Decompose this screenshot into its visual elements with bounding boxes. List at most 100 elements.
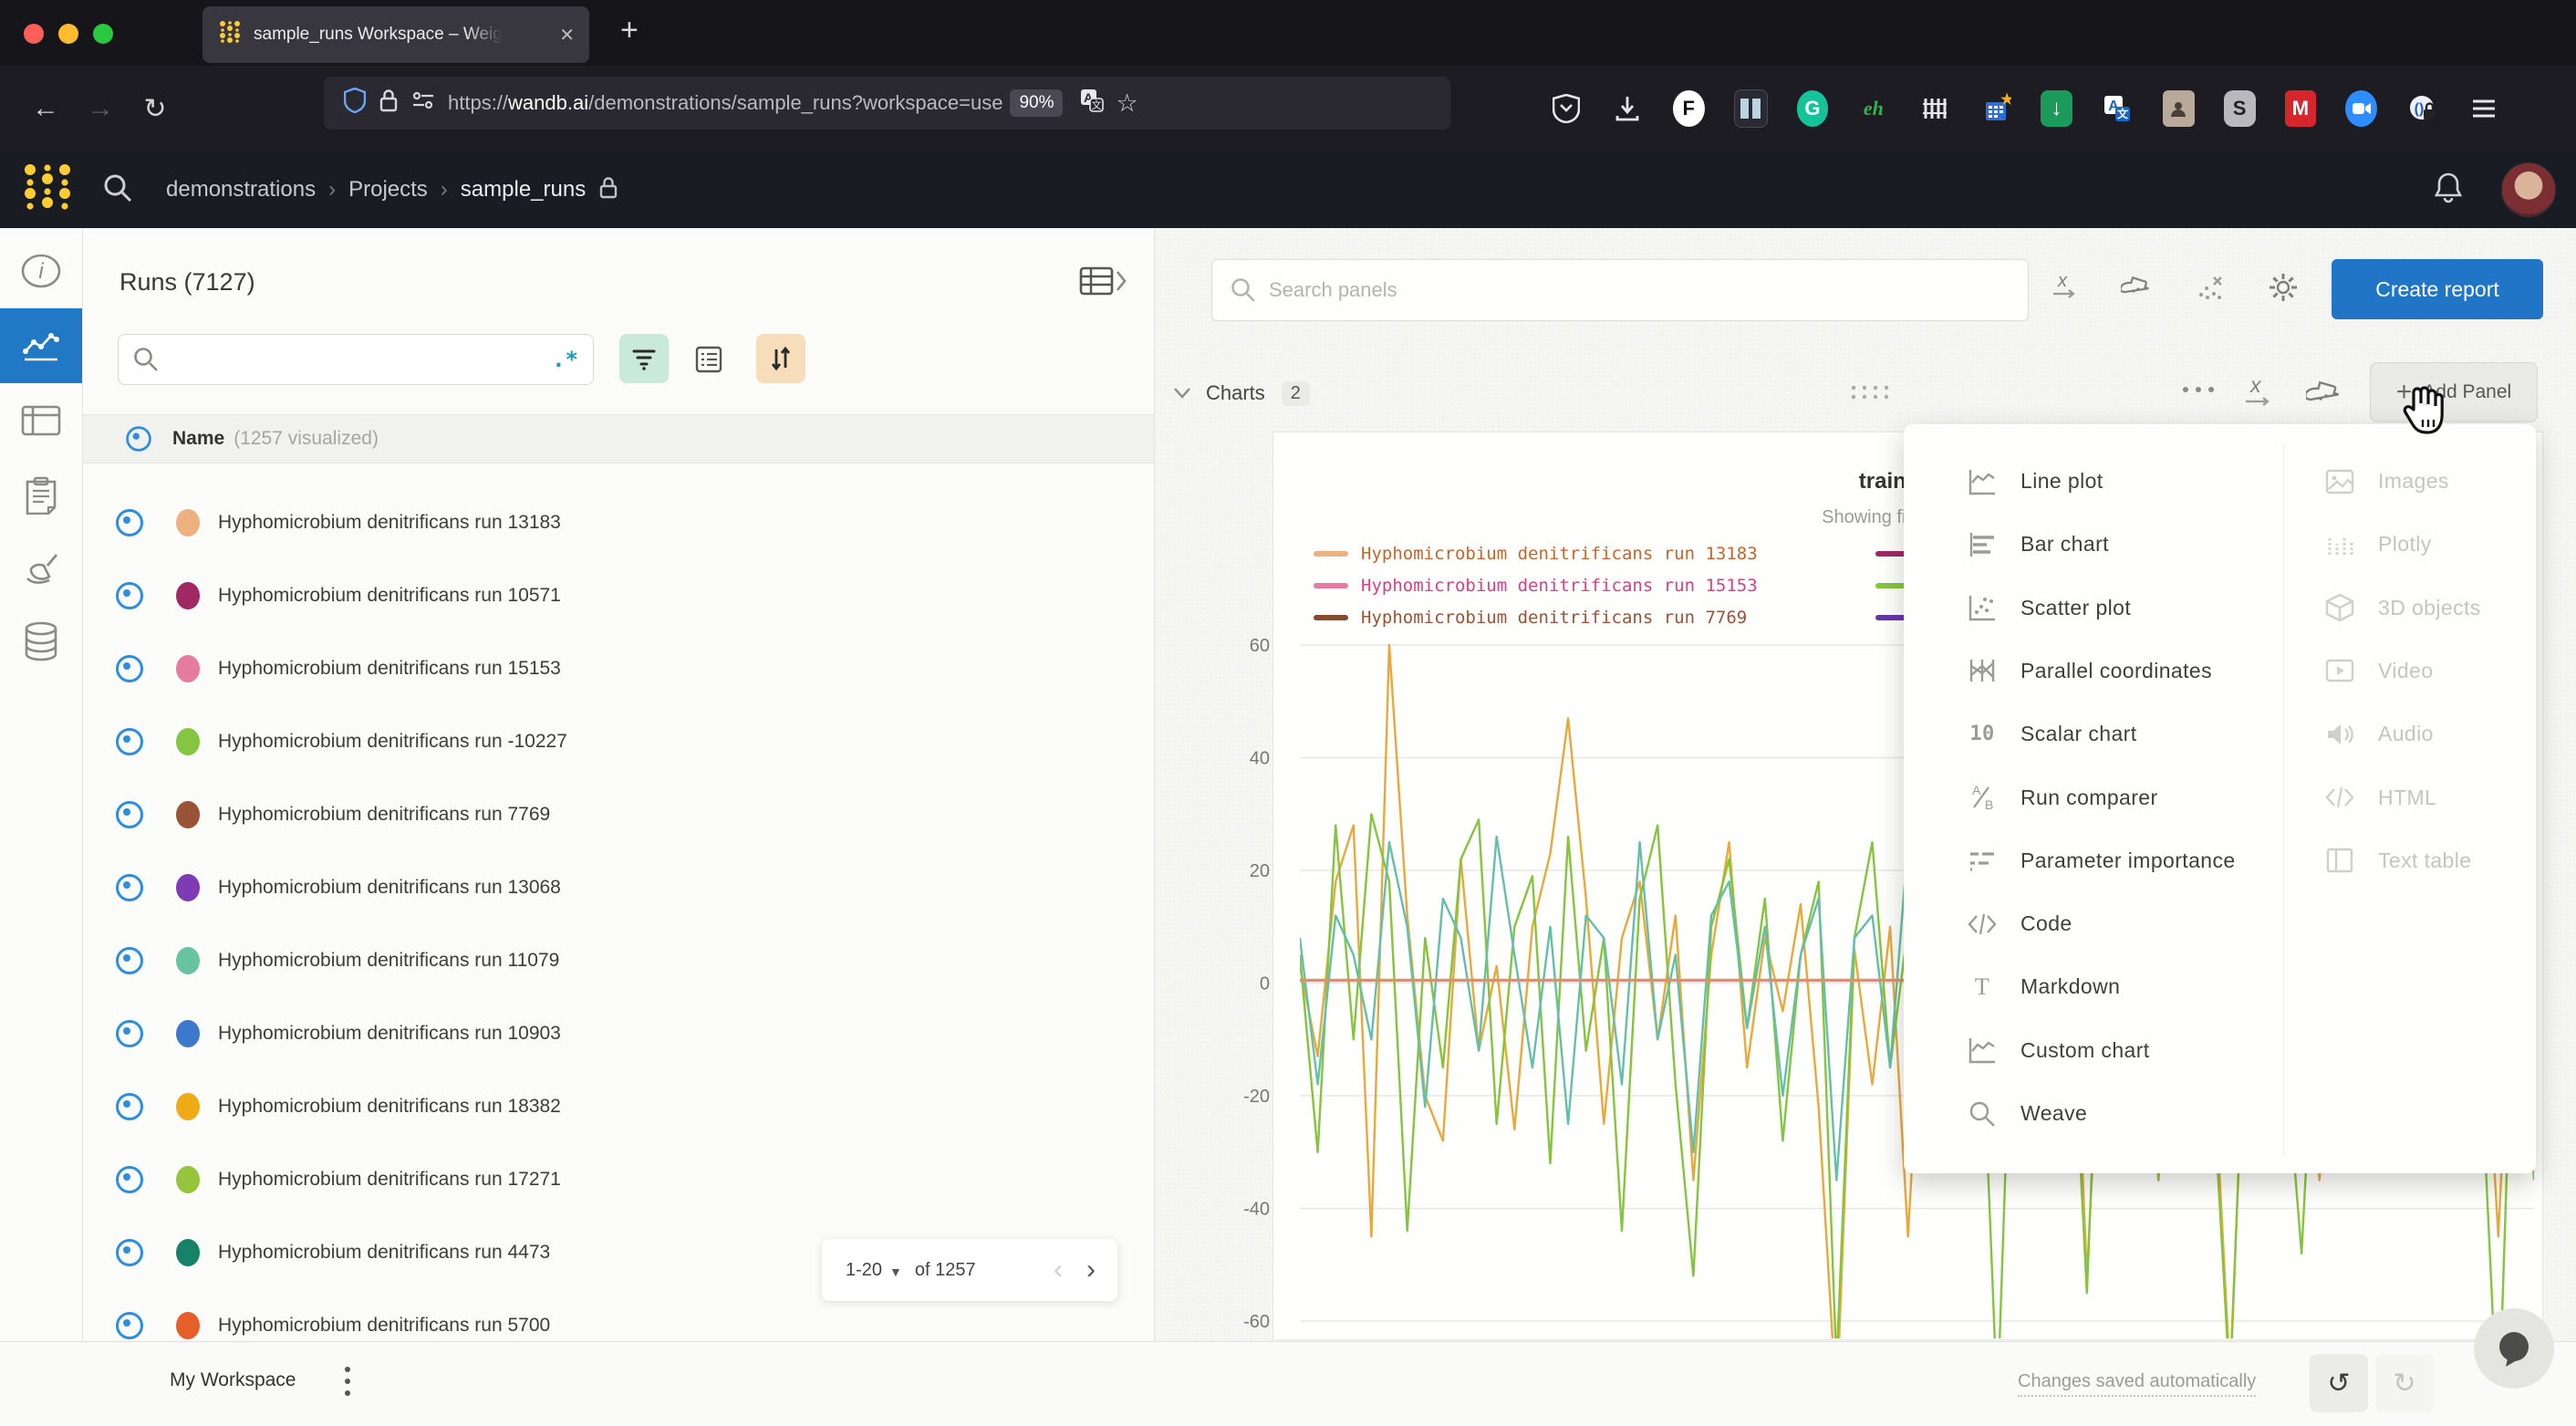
- section-smoothing-iron-icon[interactable]: [2306, 378, 2342, 415]
- grammarly-icon[interactable]: G: [1797, 90, 1829, 127]
- smoothing-iron-icon[interactable]: [2121, 274, 2152, 307]
- back-icon[interactable]: ←: [18, 93, 73, 124]
- outliers-icon[interactable]: [2196, 273, 2225, 308]
- notifications-bell-icon[interactable]: [2432, 171, 2465, 210]
- minimize-window-button[interactable]: [58, 24, 78, 44]
- sidebar-item-overview[interactable]: i: [0, 234, 82, 308]
- prev-page-icon[interactable]: ‹: [1054, 1254, 1063, 1285]
- run-name[interactable]: Hyphomicrobium denitrificans run 11079: [218, 950, 559, 972]
- section-more-icon[interactable]: [2178, 381, 2218, 402]
- panel-search-input[interactable]: Search panels: [1211, 259, 2029, 321]
- lock-icon[interactable]: [379, 88, 399, 118]
- menu-item-scalar-chart[interactable]: 10Scalar chart: [1964, 703, 2137, 765]
- breadcrumb-entity[interactable]: demonstrations: [166, 177, 316, 203]
- menu-item-parallel-coordinates[interactable]: Parallel coordinates: [1964, 640, 2212, 703]
- permissions-icon[interactable]: [411, 91, 435, 115]
- redo-button[interactable]: ↻: [2375, 1354, 2434, 1412]
- visibility-eye-icon[interactable]: [116, 509, 143, 536]
- run-row[interactable]: Hyphomicrobium denitrificans run 15153: [116, 651, 561, 687]
- user-avatar[interactable]: [2501, 162, 2556, 217]
- visibility-eye-icon[interactable]: [116, 1020, 143, 1047]
- menu-item-markdown[interactable]: TMarkdown: [1964, 955, 2120, 1018]
- menu-item-custom-chart[interactable]: Custom chart: [1964, 1019, 2150, 1082]
- page-range[interactable]: 1-20: [846, 1260, 882, 1281]
- visibility-eye-icon[interactable]: [116, 582, 143, 609]
- run-row[interactable]: Hyphomicrobium denitrificans run 18382: [116, 1088, 561, 1125]
- menu-item-line-plot[interactable]: Line plot: [1964, 450, 2103, 513]
- run-row[interactable]: Hyphomicrobium denitrificans run 13183: [116, 505, 561, 541]
- filter-button[interactable]: [619, 334, 669, 383]
- add-panel-button[interactable]: + Add Panel: [2370, 362, 2538, 422]
- eh-extension-icon[interactable]: eh: [1857, 90, 1889, 127]
- run-name[interactable]: Hyphomicrobium denitrificans run 10571: [218, 585, 561, 607]
- run-name[interactable]: Hyphomicrobium denitrificans run 5700: [218, 1315, 550, 1337]
- zoom-window-button[interactable]: [93, 24, 113, 44]
- runs-name-header[interactable]: Name (1257 visualized): [83, 414, 1154, 463]
- run-row[interactable]: Hyphomicrobium denitrificans run 10903: [116, 1015, 561, 1052]
- sidebar-item-reports[interactable]: [0, 458, 82, 533]
- page-range-caret-icon[interactable]: ▼: [889, 1265, 902, 1279]
- run-name[interactable]: Hyphomicrobium denitrificans run 4473: [218, 1242, 550, 1264]
- run-name[interactable]: Hyphomicrobium denitrificans run 13068: [218, 877, 561, 899]
- breadcrumb-project[interactable]: sample_runs: [461, 177, 586, 203]
- reload-icon[interactable]: ↻: [128, 93, 182, 125]
- onetab-icon[interactable]: [1734, 89, 1768, 128]
- help-chat-button[interactable]: [2474, 1308, 2554, 1389]
- visibility-eye-icon[interactable]: [116, 1166, 143, 1193]
- run-name[interactable]: Hyphomicrobium denitrificans run 7769: [218, 804, 550, 826]
- runs-search-input[interactable]: .*: [118, 334, 594, 385]
- section-x-axis-icon[interactable]: x: [2242, 376, 2273, 415]
- expand-table-icon[interactable]: [1079, 266, 1127, 304]
- tab-close-icon[interactable]: ✕: [559, 24, 575, 47]
- workspace-selector[interactable]: My Workspace: [170, 1369, 296, 1391]
- zoom-level-badge[interactable]: 90%: [1010, 89, 1063, 117]
- settings-gear-icon[interactable]: [2268, 272, 2299, 309]
- run-row[interactable]: Hyphomicrobium denitrificans run 7769: [116, 796, 550, 833]
- menu-item-run-comparer[interactable]: ABRun comparer: [1964, 766, 2158, 829]
- run-name[interactable]: Hyphomicrobium denitrificans run 17271: [218, 1169, 561, 1191]
- bookmark-star-icon[interactable]: ☆: [1116, 89, 1137, 118]
- run-row[interactable]: Hyphomicrobium denitrificans run 17271: [116, 1161, 561, 1198]
- hamburger-menu-icon[interactable]: [2467, 90, 2499, 127]
- visibility-eye-icon[interactable]: [126, 426, 151, 452]
- run-name[interactable]: Hyphomicrobium denitrificans run 15153: [218, 658, 561, 680]
- nav-search-icon[interactable]: [102, 172, 133, 208]
- visibility-eye-icon[interactable]: [116, 728, 143, 755]
- sidebar-item-workspace[interactable]: [0, 308, 82, 383]
- calendar-star-icon[interactable]: ★: [1979, 90, 2011, 127]
- visibility-eye-icon[interactable]: [116, 655, 143, 682]
- run-row[interactable]: Hyphomicrobium denitrificans run 10571: [116, 578, 561, 614]
- workspace-kebab-icon[interactable]: [343, 1364, 352, 1405]
- run-name[interactable]: Hyphomicrobium denitrificans run 10903: [218, 1023, 561, 1045]
- translate-icon[interactable]: A文: [1079, 88, 1105, 119]
- chevron-down-icon[interactable]: [1173, 387, 1191, 400]
- regex-toggle-icon[interactable]: .*: [552, 347, 578, 372]
- sidebar-item-sweeps[interactable]: [0, 533, 82, 608]
- pocket-icon[interactable]: [1551, 90, 1583, 127]
- visibility-eye-icon[interactable]: [116, 874, 143, 901]
- run-row[interactable]: Hyphomicrobium denitrificans run 4473: [116, 1234, 550, 1271]
- menu-item-weave[interactable]: Weave: [1964, 1082, 2087, 1145]
- run-name[interactable]: Hyphomicrobium denitrificans run -10227: [218, 731, 567, 753]
- visibility-eye-icon[interactable]: [116, 1093, 143, 1120]
- menu-item-scatter-plot[interactable]: Scatter plot: [1964, 577, 2131, 640]
- charts-section-header[interactable]: Charts 2: [1173, 372, 1392, 414]
- section-drag-handle[interactable]: [1850, 383, 1890, 406]
- visibility-eye-icon[interactable]: [116, 801, 143, 828]
- fence-icon[interactable]: [1918, 90, 1950, 127]
- download-icon[interactable]: [1612, 90, 1644, 127]
- forward-icon[interactable]: →: [73, 93, 128, 124]
- f-extension-icon[interactable]: F: [1673, 90, 1705, 127]
- create-report-button[interactable]: Create report: [2332, 259, 2543, 319]
- run-row[interactable]: Hyphomicrobium denitrificans run 5700: [116, 1307, 550, 1341]
- browser-tab[interactable]: sample_runs Workspace – Weig ✕: [203, 6, 589, 63]
- mendeley-icon[interactable]: M: [2285, 90, 2317, 127]
- sidebar-item-artifacts[interactable]: [0, 604, 82, 679]
- url-bar[interactable]: https://wandb.ai/demonstrations/sample_r…: [324, 77, 1450, 130]
- close-window-button[interactable]: [24, 24, 44, 44]
- privacy-lock-icon[interactable]: (): [2406, 90, 2438, 127]
- undo-button[interactable]: ↺: [2310, 1354, 2368, 1412]
- wandb-logo[interactable]: [22, 162, 75, 218]
- video-download-icon[interactable]: ↓: [2041, 90, 2072, 127]
- new-tab-button[interactable]: +: [620, 13, 639, 48]
